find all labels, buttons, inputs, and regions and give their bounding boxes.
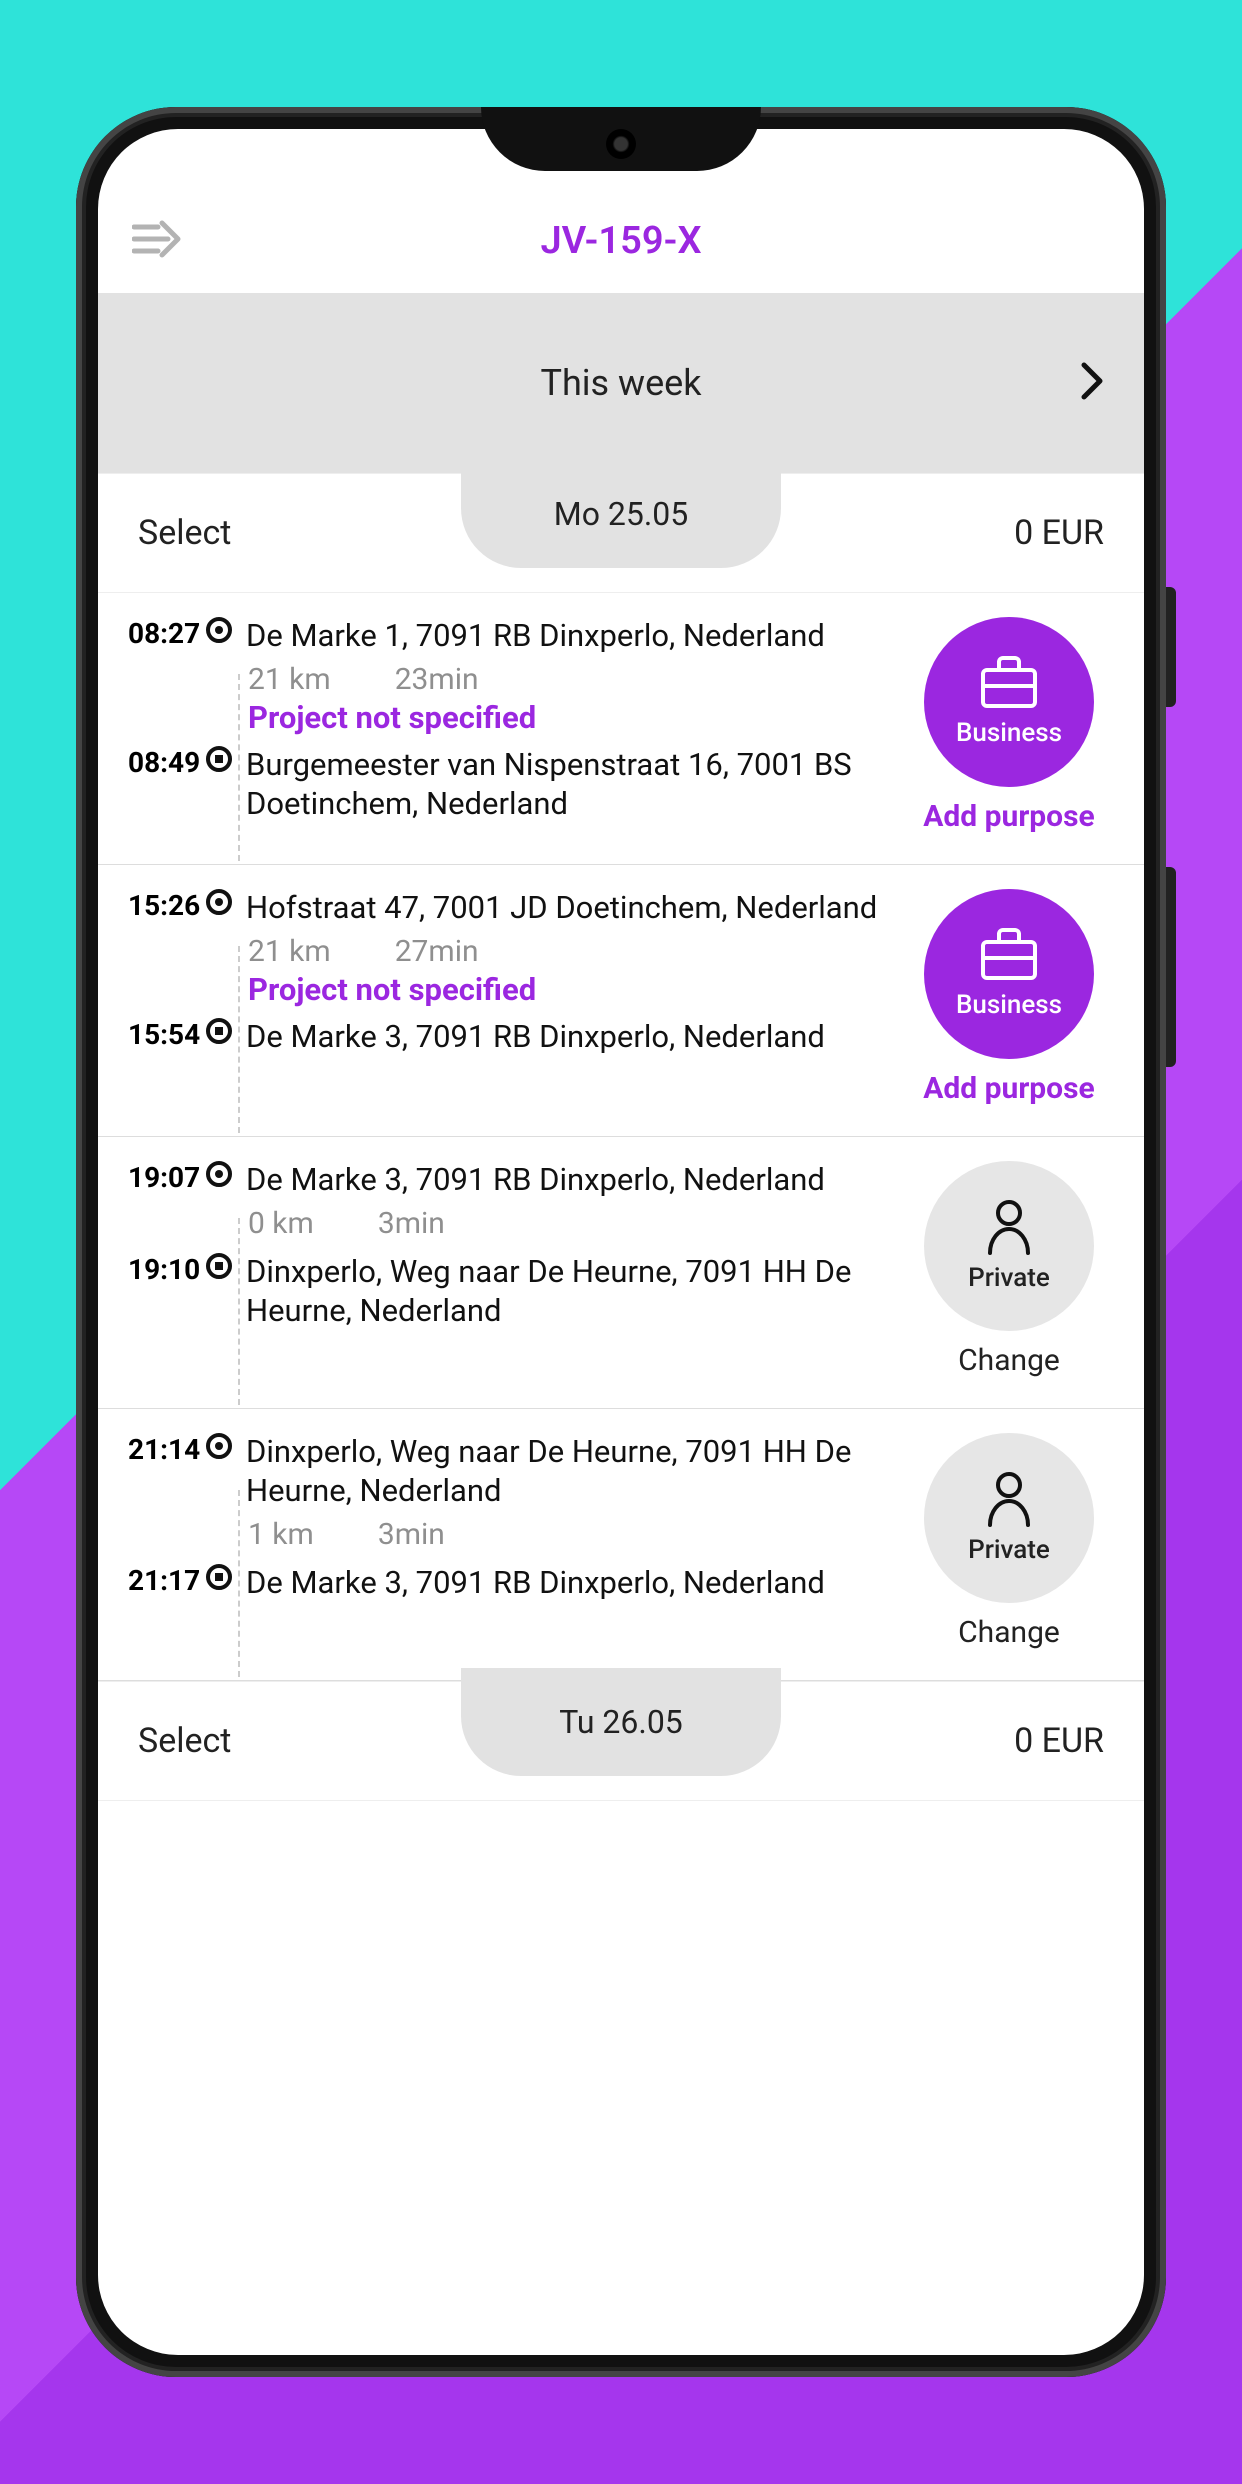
trip-start-time: 08:27 <box>128 617 248 650</box>
trip-start-address: De Marke 3, 7091 RB Dinxperlo, Nederland <box>246 1161 825 1200</box>
trip-start-address: Hofstraat 47, 7001 JD Doetinchem, Nederl… <box>246 889 877 928</box>
briefcase-icon <box>979 928 1039 982</box>
trip-action-link[interactable]: Add purpose <box>923 1071 1094 1106</box>
trip-item[interactable]: 19:07 19:10 De Marke 3, 7091 RB Dinxperlo,… <box>98 1137 1144 1409</box>
day-amount: 0 EUR <box>788 1721 1144 1761</box>
select-button[interactable]: Select <box>98 513 454 553</box>
trip-action-link[interactable]: Change <box>958 1343 1060 1378</box>
trip-end-time: 19:10 <box>128 1253 200 1286</box>
trip-project: Project not specified <box>248 699 894 736</box>
day-header: SelectTu 26.050 EUR <box>98 1681 1144 1801</box>
trip-end-address: De Marke 3, 7091 RB Dinxperlo, Nederland <box>246 1564 825 1603</box>
timeline-line <box>238 1490 240 1677</box>
chevron-right-icon <box>1080 361 1104 405</box>
category-label: Business <box>956 718 1062 748</box>
category-badge[interactable]: Business <box>924 617 1094 787</box>
timeline-line <box>238 946 240 1133</box>
category-label: Business <box>956 990 1062 1020</box>
briefcase-icon <box>979 656 1039 710</box>
side-button <box>1166 587 1176 707</box>
category-label: Private <box>968 1263 1050 1293</box>
trip-item[interactable]: 08:27 08:49 De Marke 1, 7091 RB Dinxperlo,… <box>98 593 1144 865</box>
category-label: Private <box>968 1535 1050 1565</box>
trip-end-time: 15:54 <box>128 1018 200 1051</box>
person-icon <box>984 1199 1034 1255</box>
trip-action-link[interactable]: Add purpose <box>923 799 1094 834</box>
trip-start-time: 15:26 <box>128 889 248 922</box>
trip-end-time: 08:49 <box>128 746 200 779</box>
day-date-tab[interactable]: Tu 26.05 <box>461 1668 781 1776</box>
trip-start-address: Dinxperlo, Weg naar De Heurne, 7091 HH D… <box>246 1433 894 1511</box>
day-header: SelectMo 25.050 EUR <box>98 473 1144 593</box>
trip-start-time: 19:07 <box>128 1161 248 1194</box>
week-selector[interactable]: This week <box>98 293 1144 473</box>
day-amount: 0 EUR <box>788 513 1144 553</box>
trip-start-time: 21:14 <box>128 1433 248 1466</box>
trip-project: Project not specified <box>248 971 894 1008</box>
timeline-line <box>238 674 240 861</box>
trip-item[interactable]: 21:14 21:17 Dinxperlo, Weg naar De Heurne,… <box>98 1409 1144 1681</box>
vehicle-title[interactable]: JV-159-X <box>540 219 701 263</box>
person-icon <box>984 1471 1034 1527</box>
days-list: SelectMo 25.050 EUR 08:27 08:49 De Marke 1,… <box>98 473 1144 1801</box>
trip-end-address: De Marke 3, 7091 RB Dinxperlo, Nederland <box>246 1018 825 1057</box>
timeline-line <box>238 1218 240 1405</box>
trip-start-address: De Marke 1, 7091 RB Dinxperlo, Nederland <box>246 617 825 656</box>
side-button <box>1166 867 1176 1067</box>
category-badge[interactable]: Private <box>924 1161 1094 1331</box>
category-badge[interactable]: Private <box>924 1433 1094 1603</box>
trip-end-address: Dinxperlo, Weg naar De Heurne, 7091 HH D… <box>246 1253 894 1331</box>
trip-meta: 1 km3min <box>248 1511 894 1554</box>
day-date-tab[interactable]: Mo 25.05 <box>461 460 781 568</box>
phone-frame: JV-159-X This week SelectMo 25.050 EUR08… <box>76 107 1166 2377</box>
trip-action-link[interactable]: Change <box>958 1615 1060 1650</box>
week-label: This week <box>540 362 701 404</box>
menu-button[interactable] <box>132 219 182 263</box>
app-screen: JV-159-X This week SelectMo 25.050 EUR08… <box>98 129 1144 2355</box>
select-button[interactable]: Select <box>98 1721 454 1761</box>
trip-meta: 21 km23min <box>248 656 894 699</box>
trip-item[interactable]: 15:26 15:54 Hofstraat 47, 7001 JD Doetinch… <box>98 865 1144 1137</box>
menu-arrow-icon <box>132 219 182 259</box>
trip-meta: 21 km27min <box>248 928 894 971</box>
category-badge[interactable]: Business <box>924 889 1094 1059</box>
trip-end-time: 21:17 <box>128 1564 200 1597</box>
trip-end-address: Burgemeester van Nispenstraat 16, 7001 B… <box>246 746 894 824</box>
trip-meta: 0 km3min <box>248 1200 894 1243</box>
phone-notch <box>481 107 761 171</box>
